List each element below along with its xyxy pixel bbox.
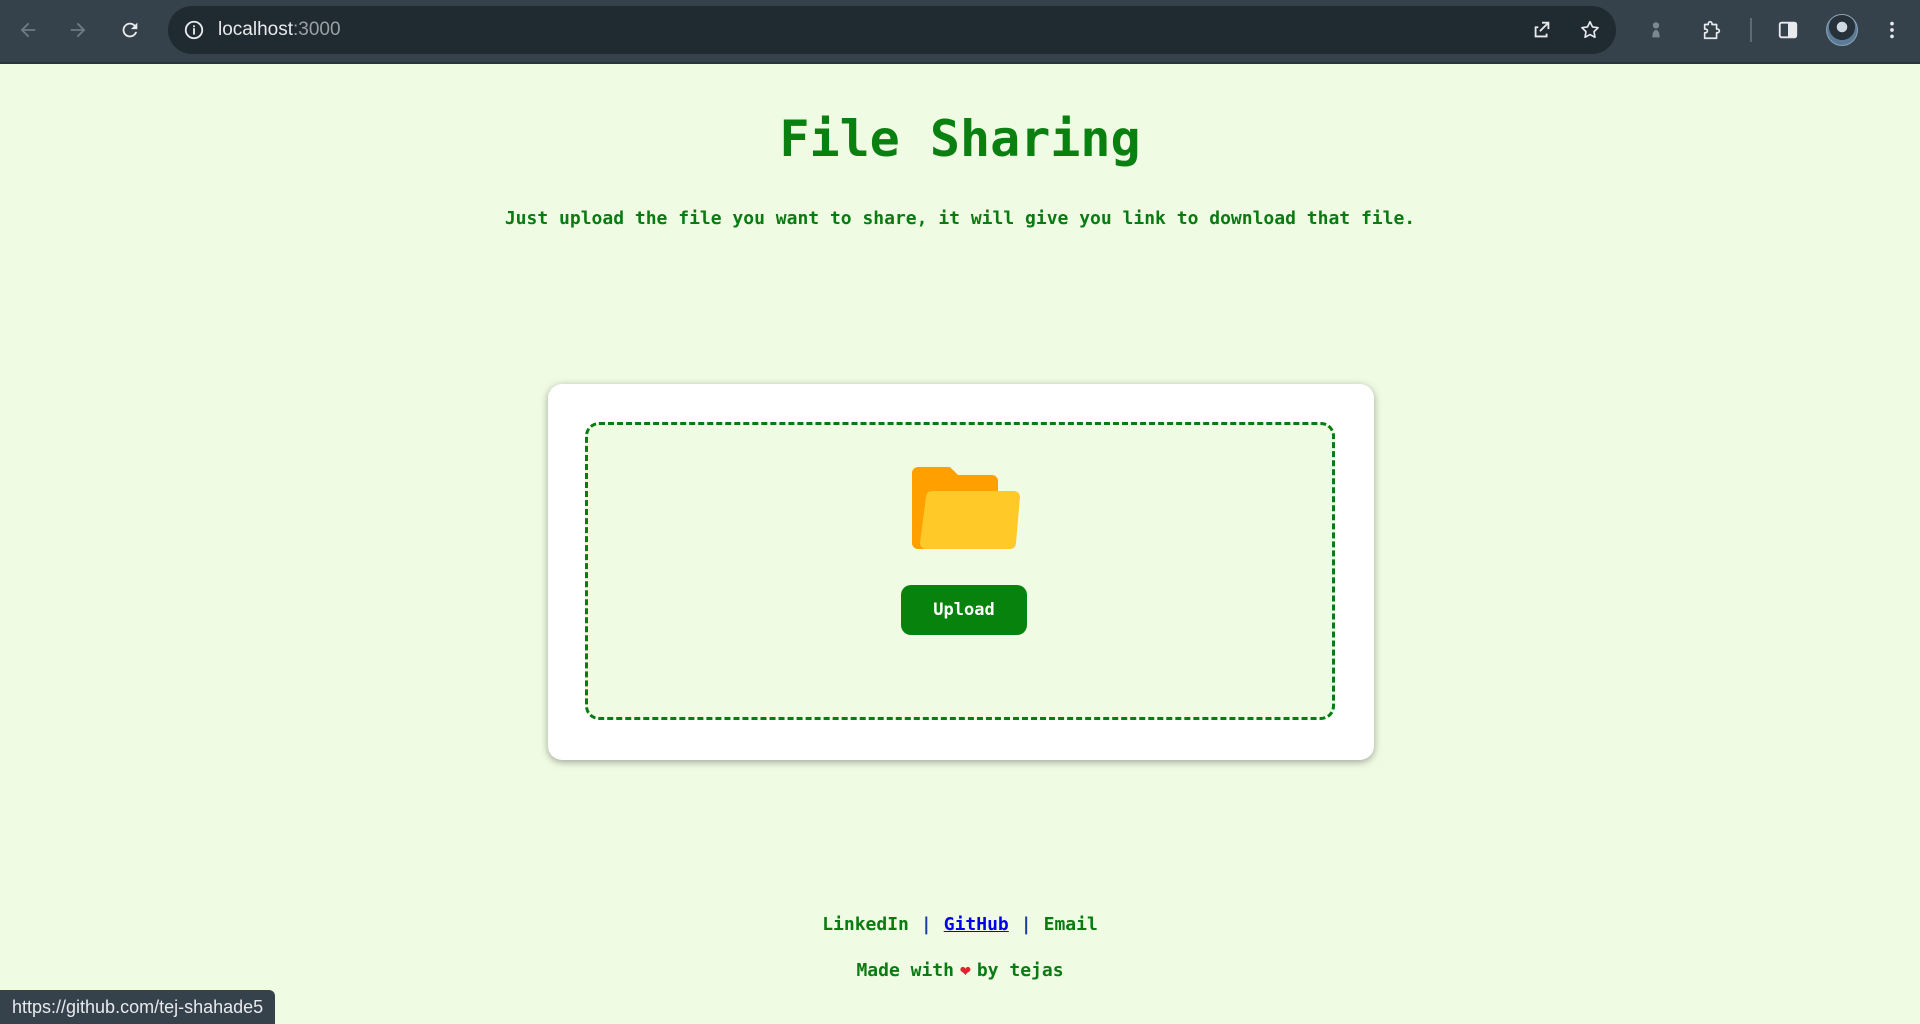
pawn-icon (1652, 22, 1660, 38)
footer-links: LinkedIn | GitHub | Email (0, 914, 1920, 935)
browser-menu-button[interactable] (1878, 16, 1906, 44)
email-link[interactable]: Email (1044, 914, 1098, 935)
back-button[interactable] (12, 14, 44, 46)
share-button[interactable] (1530, 18, 1554, 42)
kebab-menu-icon (1890, 21, 1894, 39)
puzzle-icon (1703, 20, 1721, 40)
heart-icon: ❤ (960, 960, 971, 981)
file-dropzone[interactable]: Upload (585, 422, 1335, 720)
extensions-button[interactable] (1698, 16, 1726, 44)
linkedin-link[interactable]: LinkedIn (822, 914, 909, 935)
github-link[interactable]: GitHub (944, 914, 1009, 935)
footer-separator: | (1020, 914, 1032, 935)
toolbar-divider (1750, 18, 1752, 42)
extension-status-button[interactable] (1642, 16, 1670, 44)
side-panel-button[interactable] (1774, 16, 1802, 44)
upload-button[interactable]: Upload (901, 585, 1027, 635)
reload-button[interactable] (114, 14, 146, 46)
url-port: :3000 (293, 19, 341, 40)
made-with-prefix: Made with (856, 960, 954, 981)
forward-button[interactable] (62, 14, 94, 46)
footer-separator: | (920, 914, 932, 935)
share-icon (1534, 21, 1550, 38)
page-subtitle: Just upload the file you want to share, … (504, 208, 1416, 229)
page-title: File Sharing (779, 110, 1141, 168)
address-bar[interactable]: localhost:3000 (168, 6, 1616, 54)
folder-icon (912, 467, 1020, 549)
side-panel-icon (1778, 21, 1798, 39)
upload-card: Upload (548, 384, 1374, 760)
bookmark-button[interactable] (1578, 18, 1602, 42)
profile-avatar[interactable] (1826, 14, 1858, 46)
url-host: localhost (218, 19, 293, 40)
reload-icon (122, 22, 138, 38)
star-icon (1581, 20, 1599, 39)
link-status-bar: https://github.com/tej-shahade5 (0, 990, 276, 1024)
made-with-credit: Made with ❤ by tejas (0, 960, 1920, 981)
made-with-suffix: by tejas (976, 960, 1064, 981)
arrow-right-icon (70, 22, 86, 38)
arrow-left-icon (20, 22, 36, 38)
browser-toolbar: localhost:3000 (0, 0, 1920, 64)
info-icon (184, 20, 204, 40)
site-info-button[interactable] (180, 16, 208, 44)
url-text: localhost:3000 (218, 19, 341, 41)
